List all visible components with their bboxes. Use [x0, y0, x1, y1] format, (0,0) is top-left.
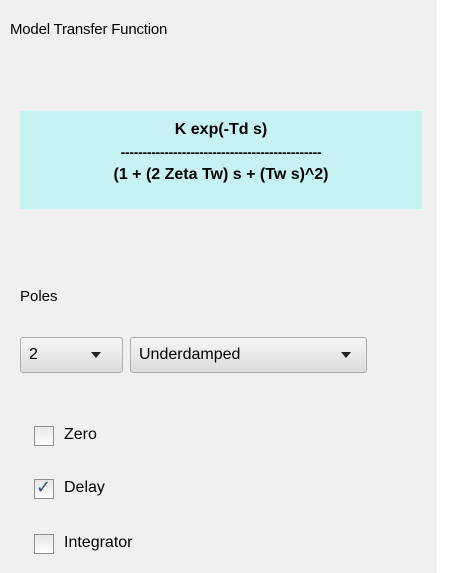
checkmark-icon: ✓: [36, 477, 52, 498]
damping-type-select[interactable]: Underdamped: [130, 337, 367, 373]
poles-label: Poles: [20, 288, 58, 305]
damping-type-value: Underdamped: [139, 346, 241, 363]
model-transfer-function-panel: Model Transfer Function K exp(-Td s) ---…: [0, 0, 437, 573]
integrator-checkbox[interactable]: [34, 534, 54, 554]
transfer-function-formula: K exp(-Td s) ---------------------------…: [20, 111, 422, 209]
formula-numerator: K exp(-Td s): [174, 121, 268, 138]
delay-label[interactable]: Delay: [64, 479, 105, 497]
panel-title: Model Transfer Function: [10, 21, 168, 38]
poles-count-select[interactable]: 2: [20, 337, 123, 373]
formula-denominator: (1 + (2 Zeta Tw) s + (Tw s)^2): [113, 166, 329, 183]
poles-count-value: 2: [29, 346, 38, 363]
zero-label[interactable]: Zero: [64, 426, 97, 444]
chevron-down-icon: [91, 352, 101, 358]
delay-checkbox[interactable]: ✓: [34, 477, 54, 499]
zero-checkbox[interactable]: [34, 426, 54, 446]
formula-divider: ----------------------------------------…: [120, 144, 322, 160]
integrator-label[interactable]: Integrator: [64, 534, 132, 552]
chevron-down-icon: [341, 352, 351, 358]
